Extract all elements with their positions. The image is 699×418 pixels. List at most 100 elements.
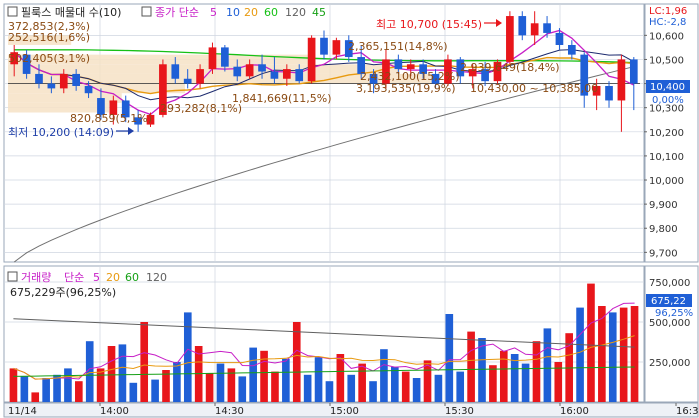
candle-body	[183, 78, 192, 84]
profile-label: 252,516(1,6%)	[8, 31, 90, 44]
candle-body	[59, 73, 68, 89]
price-tick-label: 10,000	[649, 176, 684, 187]
price-tick-label: 9,800	[649, 224, 678, 235]
price-tick-label: 9,700	[649, 248, 678, 259]
time-tick-label: 16:00	[560, 406, 589, 417]
volume-bar	[489, 365, 497, 402]
low-label: 최저 10,200 (14:09)	[8, 126, 114, 139]
candle-body	[332, 40, 341, 55]
profile-label: 820,859(5,1%)	[70, 112, 152, 125]
volume-bar	[96, 368, 105, 402]
legend-title: 필룩스 매물대 수(10)	[21, 6, 121, 19]
volume-bar	[391, 366, 399, 402]
volume-bar	[576, 307, 584, 402]
candle-body	[35, 73, 43, 84]
current-volume-value: 675,22	[651, 296, 686, 307]
volume-bar	[282, 358, 290, 402]
volume-bar	[456, 371, 465, 402]
volume-bar	[358, 363, 366, 402]
hc-label: HC:-2,8	[649, 17, 686, 28]
volume-bar	[412, 378, 421, 402]
profile-label: 2,365,151(14,8%)	[348, 40, 448, 53]
volume-current-value: 675,229주(96,25%)	[10, 286, 116, 299]
volume-ma-period-5: 5	[93, 271, 100, 284]
volume-bar	[118, 344, 127, 402]
ma-period-45: 45	[312, 6, 326, 19]
volume-bar	[521, 363, 530, 402]
volume-bar	[608, 312, 617, 402]
time-axis-date: 11/14	[8, 406, 37, 417]
ma-legend-label: 종가 단순	[155, 6, 199, 19]
volume-bar	[129, 382, 138, 402]
volume-ma-period-120: 120	[146, 271, 167, 284]
volume-bar	[53, 374, 61, 402]
price-tick-label: 10,600	[649, 31, 684, 42]
volume-bar	[401, 371, 410, 402]
volume-bar	[543, 328, 552, 402]
ma-legend-checkbox[interactable]	[141, 6, 152, 17]
volume-bar	[75, 381, 83, 402]
current-price-value: 10,400	[650, 82, 685, 93]
profile-label: 10,430,00 ~ 10,385,00	[470, 82, 598, 95]
ma-period-5: 5	[210, 6, 217, 19]
profile-label: 2,939,649(18,4%)	[460, 61, 560, 74]
legend-checkbox[interactable]	[7, 6, 18, 17]
volume-bar	[434, 374, 443, 402]
candle-body	[196, 69, 204, 84]
current-volume-pct: 96,25%	[655, 308, 693, 319]
volume-bar	[369, 381, 377, 402]
candle-body	[617, 59, 626, 101]
high-label: 최고 10,700 (15:45)	[376, 18, 482, 31]
lc-label: LC:1,96	[649, 6, 687, 17]
candle-body	[282, 69, 291, 79]
volume-bar	[42, 378, 50, 402]
price-tick-label: 10,500	[649, 55, 684, 66]
candle-body	[568, 44, 576, 55]
time-tick-label: 15:00	[330, 406, 359, 417]
candle-body	[47, 83, 56, 89]
candle-body	[295, 69, 304, 82]
volume-bar	[598, 306, 606, 402]
price-tick-label: 9,900	[649, 200, 678, 211]
time-tick-label: 15:30	[445, 406, 474, 417]
profile-label: 1,841,669(11,5%)	[232, 92, 332, 105]
volume-bar	[532, 341, 541, 402]
volume-bar	[173, 362, 181, 402]
volume-bar	[630, 306, 639, 402]
candle-body	[171, 64, 180, 79]
candle-body	[307, 37, 316, 82]
current-price-pct: 0,00%	[652, 95, 684, 106]
time-tick-label: 14:00	[100, 406, 129, 417]
volume-bar	[31, 392, 40, 402]
profile-label: 502,405(3,1%)	[8, 52, 90, 65]
volume-bar	[587, 283, 595, 402]
ma-period-20: 20	[244, 6, 258, 19]
time-tick-label: 14:30	[215, 406, 244, 417]
volume-bar	[216, 363, 225, 402]
candle-body	[406, 64, 415, 70]
price-tick-label: 10,100	[649, 152, 684, 163]
volume-bar	[162, 370, 170, 402]
candle-body	[233, 66, 242, 77]
volume-bar	[64, 368, 72, 402]
candle-body	[530, 23, 539, 36]
ma-period-120: 120	[285, 6, 306, 19]
volume-ma-period-20: 20	[106, 271, 120, 284]
volume-legend-checkbox[interactable]	[7, 271, 18, 282]
candle-body	[555, 32, 564, 45]
volume-bar	[20, 376, 29, 402]
chart-canvas: 372,853(2,3%)252,516(1,6%)502,405(3,1%)8…	[3, 3, 699, 418]
profile-label: 3,193,535(19,9%)	[356, 82, 456, 95]
volume-bar	[107, 346, 116, 402]
volume-bar	[347, 374, 356, 402]
volume-ma-period-60: 60	[125, 271, 139, 284]
volume-bar	[619, 307, 628, 402]
stock-chart-window: 372,853(2,3%) 252,516(1,6%) 502,405(3,1%) 8…	[0, 0, 699, 418]
volume-bar	[271, 371, 279, 402]
price-tick-label: 10,200	[649, 128, 684, 139]
profile-label: 293,282(8,1%)	[160, 102, 242, 115]
time-tick-label: 16:30:0	[676, 406, 699, 417]
candle-body	[270, 71, 279, 79]
volume-bar	[9, 368, 18, 402]
volume-bar	[510, 354, 519, 402]
